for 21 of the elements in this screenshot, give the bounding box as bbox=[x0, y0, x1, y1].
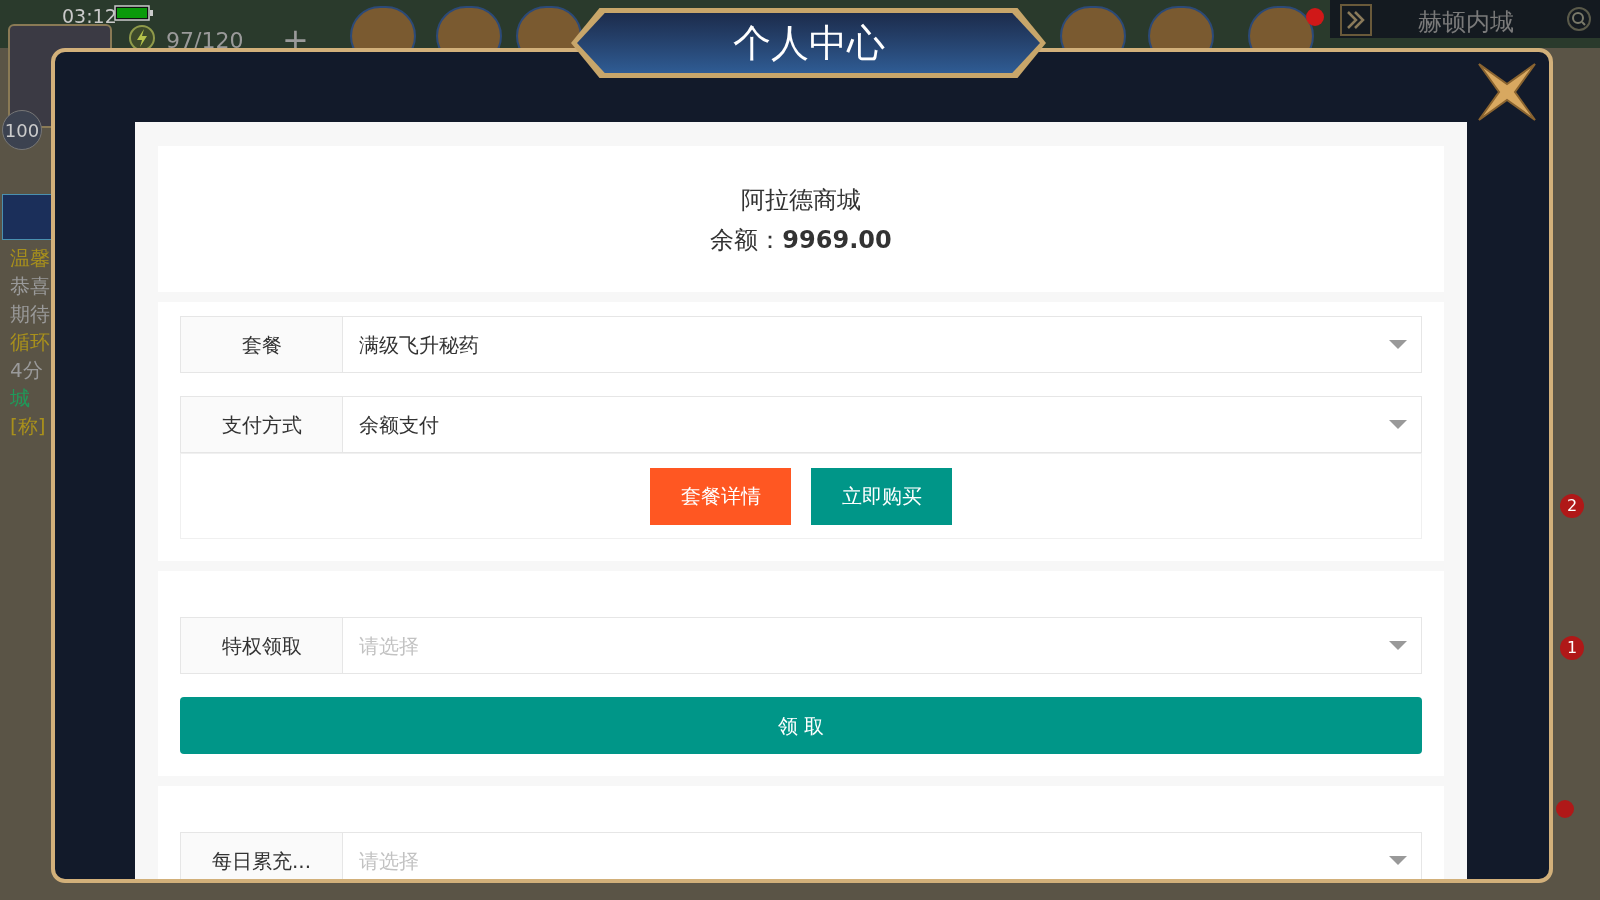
battery-icon bbox=[114, 5, 154, 21]
location-name: 赫顿内城 bbox=[1418, 7, 1514, 38]
quest-icon[interactable] bbox=[2, 194, 52, 240]
chat-text: 城 bbox=[10, 386, 31, 410]
balance-label: 余额： bbox=[710, 225, 783, 256]
double-chevron-icon[interactable] bbox=[1340, 4, 1372, 36]
search-icon[interactable] bbox=[1566, 6, 1592, 32]
energy-text: 97/120 bbox=[166, 27, 244, 55]
chat-text: 循环 bbox=[10, 330, 50, 354]
package-details-button[interactable]: 套餐详情 bbox=[650, 467, 791, 525]
balance-amount: 9969.00 bbox=[782, 225, 892, 256]
claim-button[interactable]: 领 取 bbox=[180, 697, 1422, 754]
chat-text: 期待 bbox=[10, 302, 50, 326]
dialog-title: 个人中心 bbox=[732, 19, 885, 67]
shop-name: 阿拉德商城 bbox=[741, 185, 861, 216]
chat-text: 恭喜 bbox=[10, 274, 50, 298]
buy-now-button[interactable]: 立即购买 bbox=[811, 467, 952, 525]
chat-text: [称] bbox=[10, 414, 47, 438]
chat-text: 温馨 bbox=[10, 246, 50, 270]
close-icon[interactable] bbox=[1475, 60, 1539, 124]
chat-text: 4分 bbox=[10, 358, 44, 382]
